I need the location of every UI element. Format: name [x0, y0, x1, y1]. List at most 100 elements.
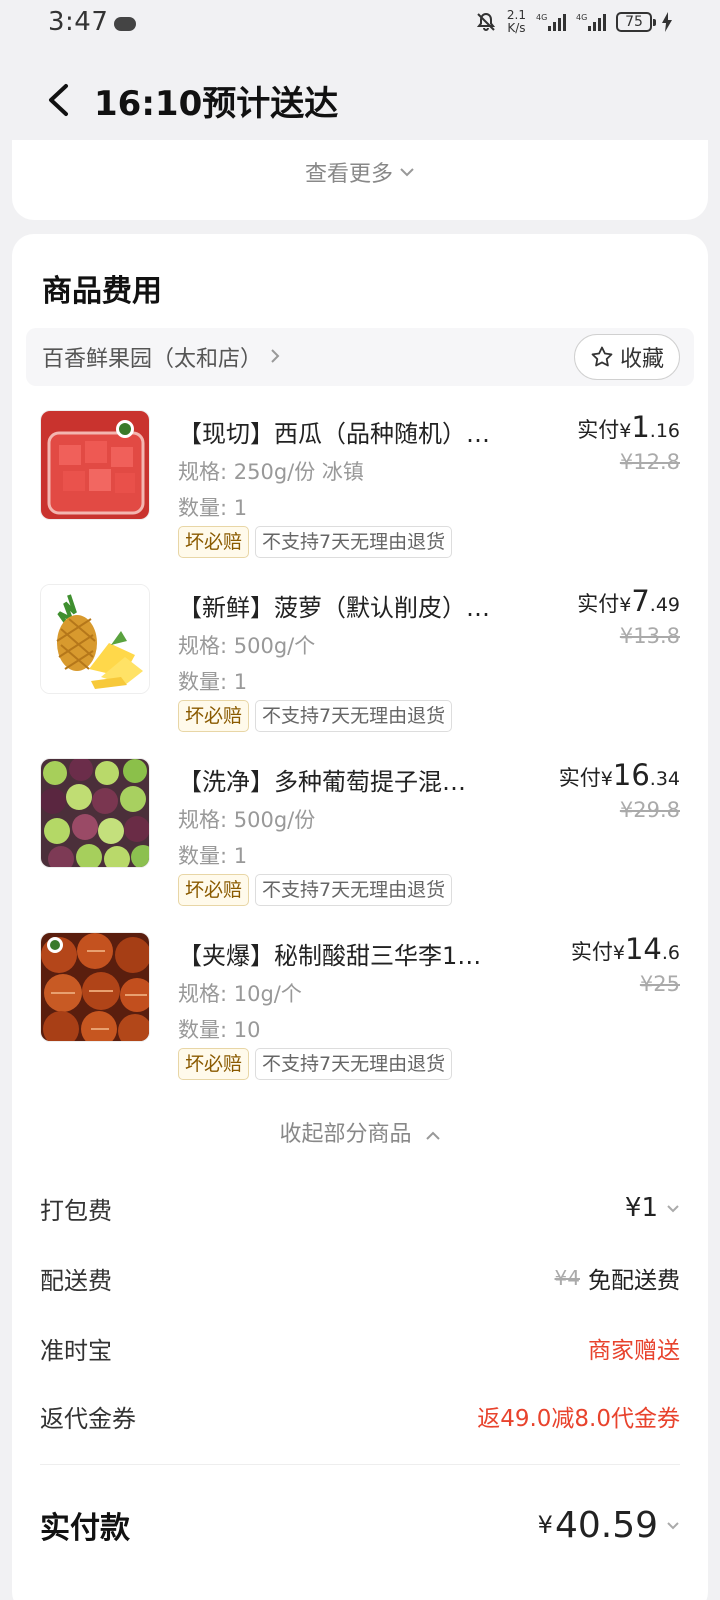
collapse-products-button[interactable]: 收起部分商品 — [12, 1116, 708, 1148]
product-item[interactable]: 【洗净】多种葡萄提子混… 规格: 500g/份 数量: 1 坏必赔 不支持7天无… — [40, 758, 680, 918]
paid-price: 实付¥14.6 — [571, 932, 680, 966]
store-name[interactable]: 百香鲜果园（太和店） — [42, 341, 262, 373]
product-price: 实付¥7.49 ¥13.8 — [577, 584, 680, 648]
total-label: 实付款 — [40, 1511, 130, 1546]
currency-symbol: ¥ — [619, 594, 632, 616]
chevron-up-icon — [425, 1131, 440, 1140]
paid-prefix: 实付 — [558, 766, 601, 790]
delivery-fee-original: ¥4 — [554, 1266, 580, 1290]
currency-symbol: ¥ — [619, 420, 632, 442]
back-button[interactable] — [28, 70, 88, 130]
product-tags: 坏必赔 不支持7天无理由退货 — [178, 526, 453, 558]
paid-price: 实付¥7.49 — [577, 584, 680, 618]
star-icon — [591, 346, 613, 367]
chevron-down-icon — [667, 1521, 679, 1529]
section-title: 商品费用 — [42, 274, 162, 309]
product-fee-card: 商品费用 百香鲜果园（太和店） 收藏 【现切】西瓜（品种随机）… 规格: 250… — [12, 234, 708, 1600]
coupon-label: 返代金券 — [40, 1404, 136, 1433]
product-quantity: 数量: 1 — [178, 670, 248, 694]
paid-integer: 16 — [612, 758, 650, 792]
page-title: 16:10预计送达 — [94, 83, 339, 124]
ontime-row: 准时宝 商家赠送 — [40, 1328, 680, 1368]
ontime-label: 准时宝 — [40, 1336, 112, 1365]
paid-decimal: .34 — [649, 768, 680, 790]
no-return-badge: 不支持7天无理由退货 — [255, 874, 453, 906]
speed-unit: K/s — [507, 21, 526, 35]
svg-text:4G: 4G — [536, 13, 547, 22]
coupon-row: 返代金券 返49.0减8.0代金券 — [40, 1396, 680, 1436]
chevron-down-icon — [400, 168, 414, 177]
product-image-pineapple[interactable] — [40, 584, 150, 694]
paid-decimal: .16 — [649, 420, 680, 442]
bell-muted-icon — [475, 11, 497, 33]
signal-4g-icon-2: 4G — [576, 12, 606, 32]
no-return-badge: 不支持7天无理由退货 — [255, 700, 453, 732]
network-speed: 2.1 K/s — [507, 9, 526, 35]
paid-prefix: 实付 — [577, 418, 620, 442]
collapse-label: 收起部分商品 — [279, 1122, 412, 1147]
original-price: ¥29.8 — [619, 798, 680, 822]
see-more-label: 查看更多 — [304, 162, 393, 187]
guarantee-badge: 坏必赔 — [178, 1048, 250, 1080]
delivery-fee-row: 配送费 ¥4 免配送费 — [40, 1258, 680, 1298]
no-return-badge: 不支持7天无理由退货 — [255, 526, 453, 558]
signal-4g-icon: 4G — [536, 12, 566, 32]
favorite-button[interactable]: 收藏 — [574, 334, 680, 380]
chevron-left-icon — [49, 84, 68, 116]
currency-symbol: ¥ — [600, 768, 613, 790]
paid-prefix: 实付 — [577, 592, 620, 616]
status-time: 3:47 — [48, 7, 109, 37]
original-price: ¥25 — [639, 972, 680, 996]
nav-bar: 16:10预计送达 — [0, 60, 720, 140]
svg-text:4G: 4G — [576, 13, 587, 22]
see-more-button[interactable]: 查看更多 — [305, 156, 415, 188]
product-item[interactable]: 【夹爆】秘制酸甜三华李1… 规格: 10g/个 数量: 10 坏必赔 不支持7天… — [40, 932, 680, 1092]
divider — [40, 1464, 680, 1465]
ontime-value: 商家赠送 — [588, 1338, 680, 1364]
favorite-label: 收藏 — [619, 347, 664, 372]
chevron-right-icon — [270, 345, 280, 370]
delivery-fee-free: 免配送费 — [588, 1268, 680, 1294]
product-name: 【新鲜】菠萝（默认削皮）… — [178, 594, 490, 622]
guarantee-badge: 坏必赔 — [178, 874, 250, 906]
delivery-fee-label: 配送费 — [40, 1266, 112, 1295]
product-spec: 规格: 10g/个 — [178, 982, 302, 1006]
paid-price: 实付¥1.16 — [577, 410, 680, 444]
product-image-grapes[interactable] — [40, 758, 150, 868]
product-price: 实付¥1.16 ¥12.8 — [577, 410, 680, 474]
product-quantity: 数量: 1 — [178, 496, 248, 520]
product-tags: 坏必赔 不支持7天无理由退货 — [178, 700, 453, 732]
order-details-card: 查看更多 — [12, 140, 708, 220]
product-price: 实付¥14.6 ¥25 — [571, 932, 680, 996]
product-price: 实付¥16.34 ¥29.8 — [559, 758, 680, 822]
packing-fee-label: 打包费 — [40, 1196, 112, 1225]
product-item[interactable]: 【现切】西瓜（品种随机）… 规格: 250g/份 冰镇 数量: 1 坏必赔 不支… — [40, 410, 680, 570]
paid-prefix: 实付 — [570, 940, 613, 964]
packing-fee-row[interactable]: 打包费 ¥1 — [40, 1188, 680, 1228]
chevron-down-icon — [667, 1204, 679, 1212]
guarantee-badge: 坏必赔 — [178, 700, 250, 732]
original-price: ¥13.8 — [619, 624, 680, 648]
paid-integer: 1 — [631, 410, 650, 444]
packing-fee-amount: ¥1 — [624, 1193, 658, 1223]
product-spec: 规格: 500g/个 — [178, 634, 316, 658]
packing-fee-value: ¥1 — [625, 1193, 680, 1223]
paid-price: 实付¥16.34 — [559, 758, 680, 792]
product-image-plums[interactable] — [40, 932, 150, 1042]
gamepad-icon — [114, 17, 137, 31]
total-row[interactable]: 实付款 ¥ 40.59 — [40, 1500, 680, 1550]
total-currency: ¥ — [537, 1511, 553, 1539]
paid-integer: 7 — [631, 584, 650, 618]
charging-bolt-icon — [662, 12, 672, 32]
product-tags: 坏必赔 不支持7天无理由退货 — [178, 874, 453, 906]
product-quantity: 数量: 10 — [178, 1018, 261, 1042]
product-spec: 规格: 500g/份 — [178, 808, 316, 832]
battery-indicator: 75 — [616, 12, 656, 32]
store-row[interactable]: 百香鲜果园（太和店） 收藏 — [26, 328, 694, 386]
product-tags: 坏必赔 不支持7天无理由退货 — [178, 1048, 453, 1080]
paid-decimal: .6 — [661, 942, 680, 964]
product-item[interactable]: 【新鲜】菠萝（默认削皮）… 规格: 500g/个 数量: 1 坏必赔 不支持7天… — [40, 584, 680, 744]
product-image-watermelon[interactable] — [40, 410, 150, 520]
guarantee-badge: 坏必赔 — [178, 526, 250, 558]
product-quantity: 数量: 1 — [178, 844, 248, 868]
